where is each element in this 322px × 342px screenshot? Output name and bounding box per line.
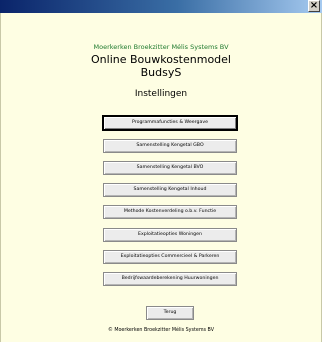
exploitatie-commercieel-button[interactable]: Exploitatieopties Commercieel & Parkeren (103, 250, 237, 264)
kengetal-bvo-button[interactable]: Samenstelling Kengetal BVO (103, 161, 237, 175)
kengetal-gbo-button[interactable]: Samenstelling Kengetal GBO (103, 139, 237, 153)
close-button[interactable]: × (308, 0, 320, 12)
title-bar: × (0, 0, 322, 13)
kengetal-inhoud-button[interactable]: Samenstelling Kengetal Inhoud (103, 183, 237, 197)
programmafuncties-button[interactable]: Programmafuncties & Weergave (103, 116, 237, 130)
settings-dialog: Moerkerken Broekzitter Mélis Systems BV … (0, 13, 322, 342)
exploitatie-woningen-button[interactable]: Exploitatieopties Woningen (103, 228, 237, 242)
company-name: Moerkerken Broekzitter Mélis Systems BV (93, 43, 229, 51)
back-button[interactable]: Terug (146, 306, 194, 320)
bedrijfswaarde-button[interactable]: Bedrijfswaardeberekening Huurwoningen (103, 272, 237, 286)
section-title: Instellingen (134, 89, 188, 99)
app-title: Online Bouwkostenmodel (91, 53, 231, 66)
kostenverdeling-button[interactable]: Methode Kostenverdeling o.b.v. Functie (103, 205, 237, 219)
app-name: BudsyS (140, 66, 182, 79)
copyright-footer: © Moerkerken Broekzitter Mélis Systems B… (108, 328, 214, 333)
